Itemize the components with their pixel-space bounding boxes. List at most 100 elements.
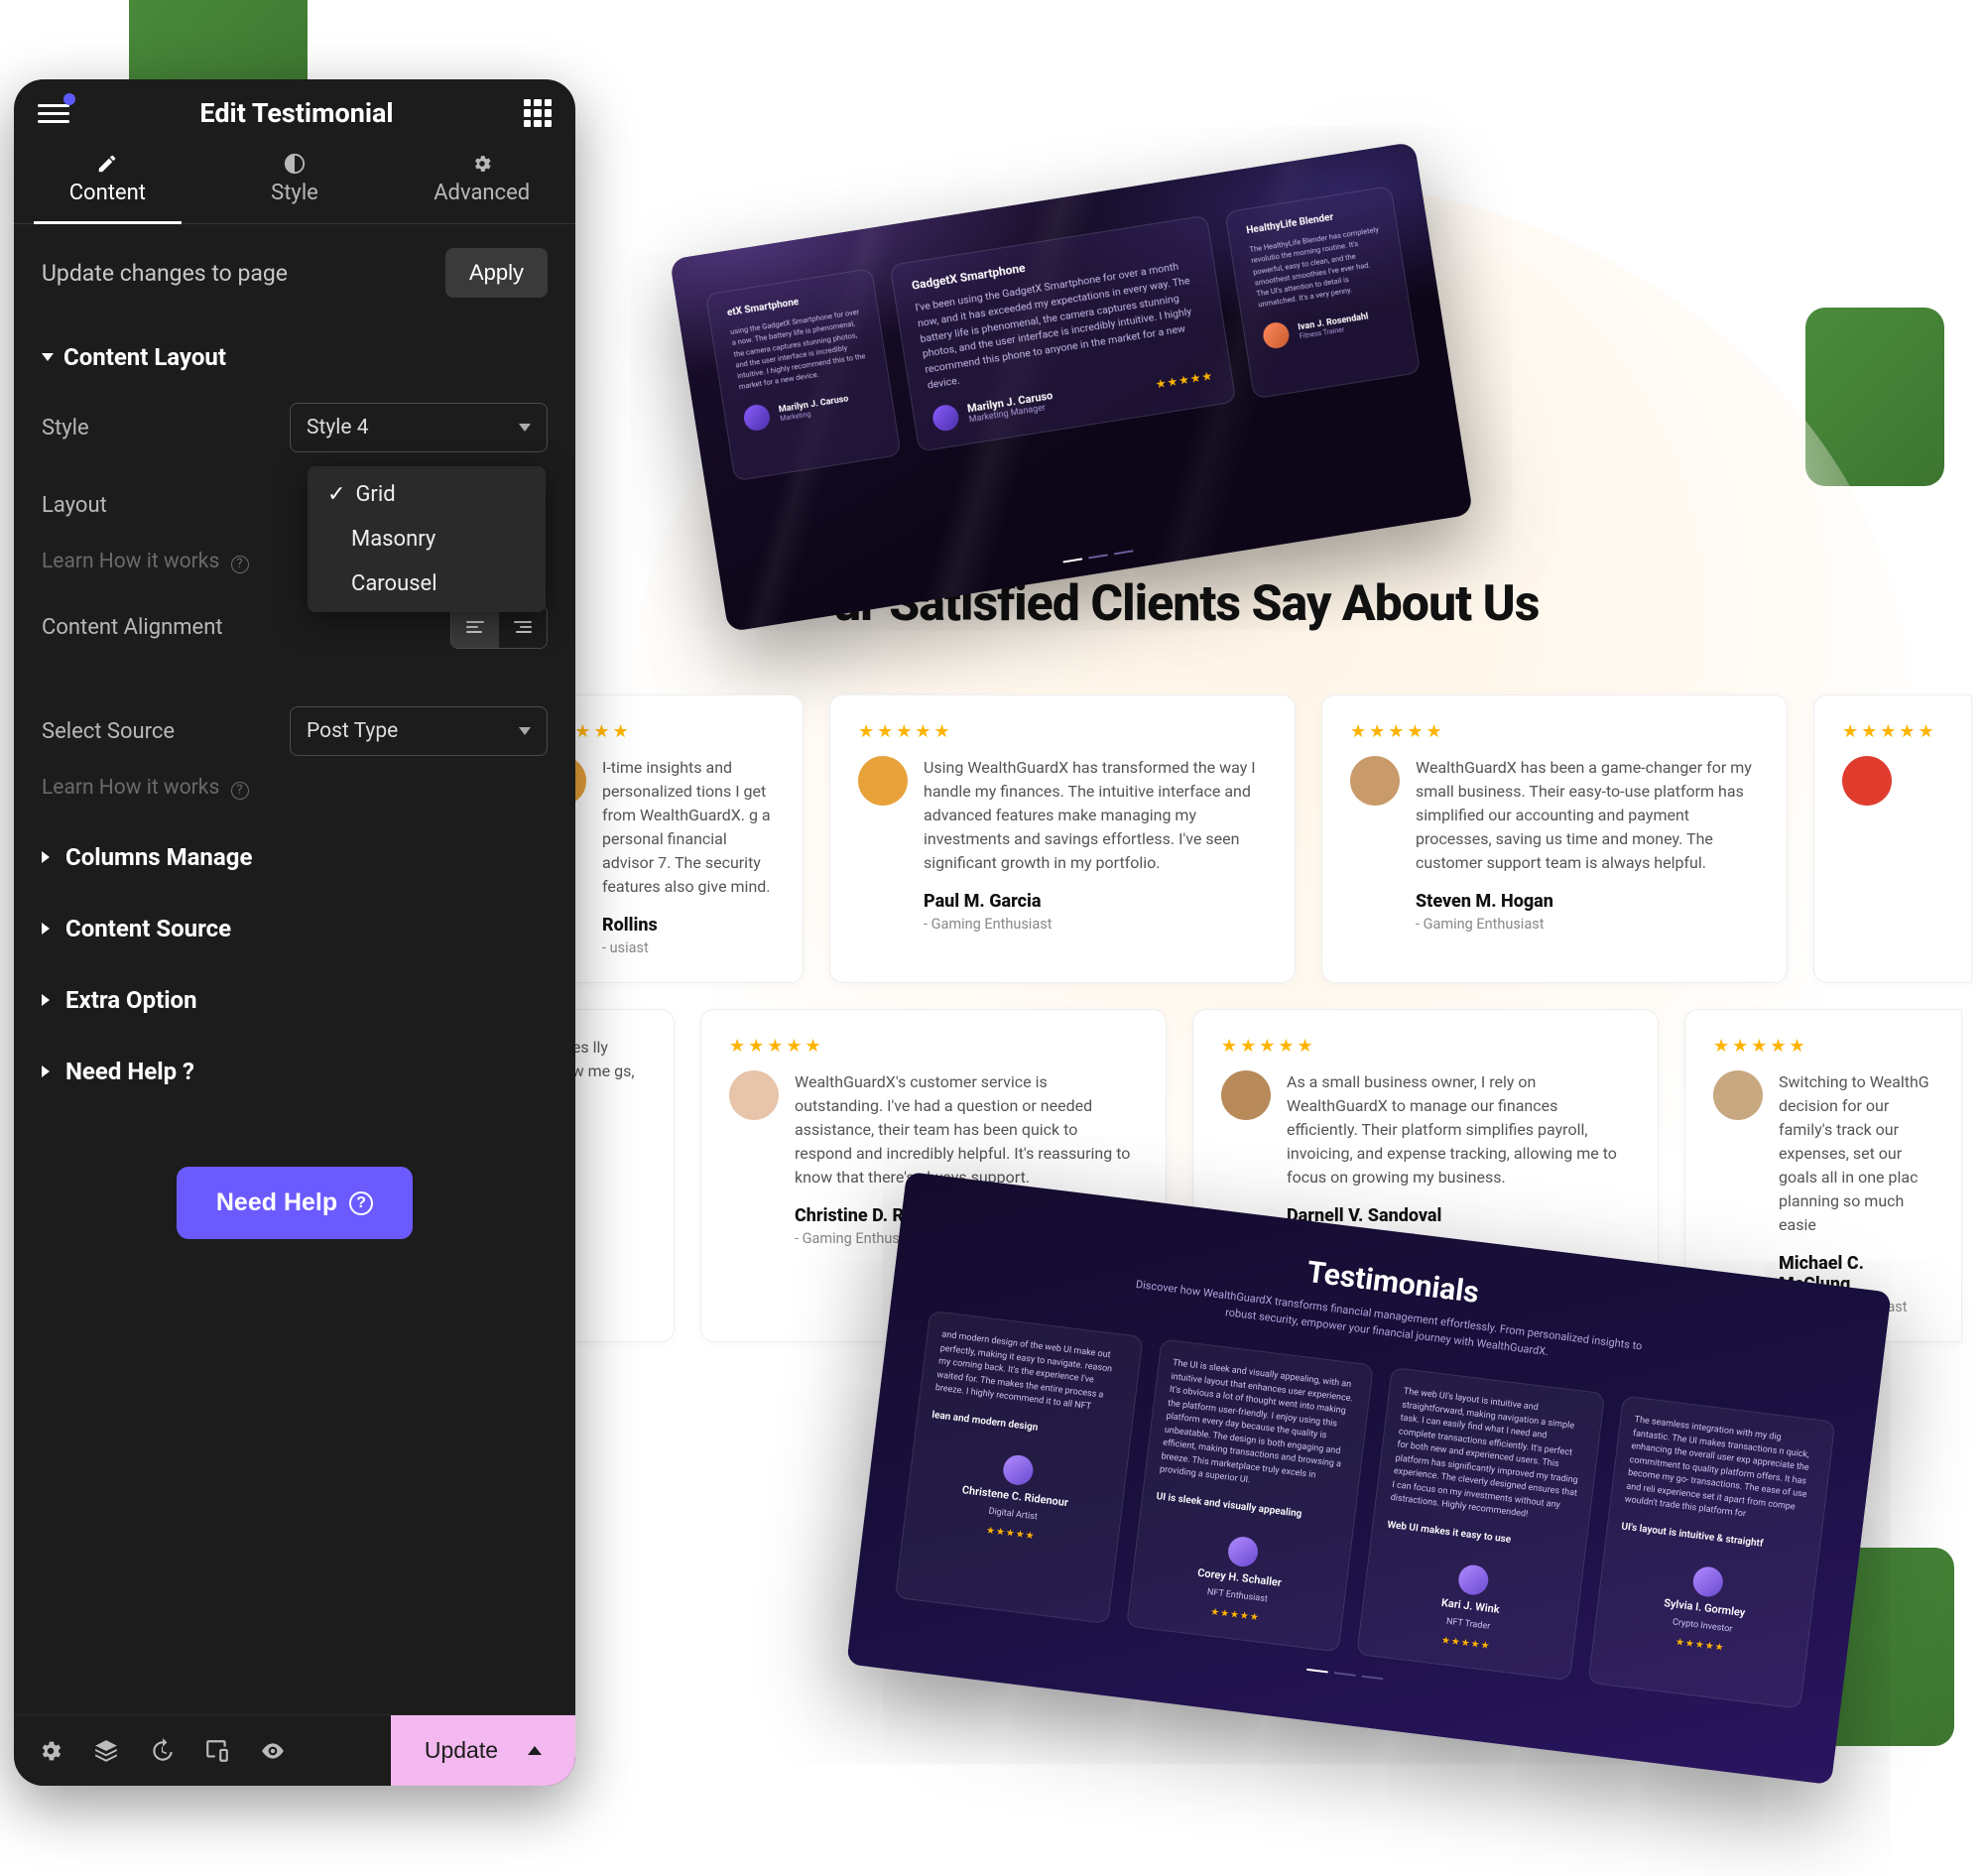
star-rating: ★★★★★ <box>1155 368 1214 391</box>
card-footer: Marilyn J. Caruso Marketing <box>742 386 875 432</box>
layout-option-carousel[interactable]: Carousel <box>308 562 546 606</box>
layout-option-grid[interactable]: ✓ Grid <box>308 472 546 517</box>
dropdown-value: Post Type <box>307 719 398 743</box>
menu-icon[interactable] <box>38 97 69 129</box>
author-name: Christene C. Ridenour <box>961 1482 1069 1512</box>
star-rating: ★★★★★ <box>1674 1634 1725 1655</box>
contrast-icon <box>284 153 306 175</box>
testimonial-card: ★★★★★I-time insights and personalized ti… <box>536 694 804 983</box>
tab-label: Content <box>69 181 146 205</box>
star-rating: ★★★★★ <box>1842 721 1943 742</box>
star-rating: ★★★★★ <box>985 1523 1036 1544</box>
section-header[interactable]: Content Source <box>42 897 548 960</box>
section-header[interactable]: Need Help ? <box>42 1040 548 1103</box>
responsive-icon[interactable] <box>204 1738 230 1764</box>
author-role: NFT Trader <box>1445 1616 1491 1635</box>
testimonial-card: ★★★★★ WealthGuardX has been a game-change… <box>1321 694 1788 983</box>
section-columns-manage: Columns Manage <box>14 821 575 893</box>
section-need-help: Need Help ? <box>14 1036 575 1107</box>
card-author: Kari J. WinkNFT Trader★★★★★ <box>1373 1554 1567 1662</box>
testimonial-text: WealthGuardX has been a game-changer for… <box>1416 756 1759 875</box>
tab-style[interactable]: Style <box>201 139 389 223</box>
author-name: Steven M. Hogan <box>1416 891 1759 912</box>
align-left-option[interactable] <box>451 606 499 648</box>
testimonial-text: As a small business owner, I rely on Wea… <box>1287 1070 1630 1189</box>
section-header[interactable]: Columns Manage <box>42 825 548 889</box>
tab-label: Advanced <box>434 181 530 205</box>
testimonial-text: Using WealthGuardX has transformed the w… <box>924 756 1267 875</box>
field-select-source: Select Source Post Type <box>42 692 548 770</box>
author-name: Darnell V. Sandoval <box>1287 1205 1630 1226</box>
layers-icon[interactable] <box>93 1738 119 1764</box>
card-text: and modern design of the web UI make out… <box>934 1328 1126 1418</box>
bottom-testimonial-card: The web UI's layout is intuitive and str… <box>1356 1367 1604 1681</box>
caret-down-icon <box>42 353 54 361</box>
source-dropdown[interactable]: Post Type <box>290 706 548 756</box>
help-icon: ? <box>231 782 249 800</box>
card-text: The UI is sleek and visually appealing, … <box>1159 1357 1357 1499</box>
bottom-testimonial-card: The UI is sleek and visually appealing, … <box>1126 1338 1374 1652</box>
avatar <box>930 403 960 433</box>
field-layout: Layout x ✓ Grid Masonry Carousel <box>42 466 548 544</box>
chevron-down-icon <box>519 727 531 735</box>
apply-button[interactable]: Apply <box>445 248 548 298</box>
author-name: Paul M. Garcia <box>924 891 1267 912</box>
check-icon: ✓ <box>327 482 345 507</box>
section-header[interactable]: Extra Option <box>42 968 548 1032</box>
author-role: - usiast <box>602 939 775 956</box>
avatar <box>1713 1070 1763 1120</box>
avatar <box>1457 1563 1490 1595</box>
testimonial-text: WealthGuardX's customer service is outst… <box>795 1070 1138 1189</box>
star-rating: ★★★★★ <box>858 721 1267 742</box>
update-button[interactable]: Update <box>391 1715 575 1786</box>
section-title: Extra Option <box>65 986 197 1014</box>
grid-row: ★★★★★I-time insights and personalized ti… <box>536 694 1984 983</box>
section-header[interactable]: Content Layout <box>42 325 548 389</box>
pencil-icon <box>96 153 118 175</box>
card-author: Christene C. RidenourDigital Artist★★★★★ <box>918 1443 1112 1552</box>
editor-title: Edit Testimonial <box>199 97 393 129</box>
star-rating: ★★★★★ <box>1440 1633 1491 1654</box>
eye-icon[interactable] <box>260 1738 286 1764</box>
style-dropdown[interactable]: Style 4 <box>290 403 548 452</box>
apps-grid-icon[interactable] <box>524 99 552 127</box>
caret-right-icon <box>42 1065 56 1077</box>
align-right-option[interactable] <box>499 606 547 648</box>
editor-panel: Edit Testimonial Content Style Advanced … <box>14 79 575 1786</box>
section-content-source: Content Source <box>14 893 575 964</box>
avatar <box>1261 320 1291 350</box>
need-help-button[interactable]: Need Help ? <box>177 1167 413 1239</box>
slider-card-left: etX Smartphone using the GadgetX Smartph… <box>705 268 902 481</box>
section-title: Columns Manage <box>65 843 252 871</box>
author-role: - Gaming Enthusiast <box>1416 916 1759 933</box>
field-label: Content Alignment <box>42 615 223 640</box>
tab-advanced[interactable]: Advanced <box>388 139 575 223</box>
update-label: Update <box>425 1737 498 1764</box>
avatar <box>1691 1564 1724 1597</box>
caret-right-icon <box>42 851 56 863</box>
settings-icon[interactable] <box>38 1738 63 1764</box>
avatar <box>1350 756 1400 806</box>
layout-option-masonry[interactable]: Masonry <box>308 517 546 562</box>
author-name: Rollins <box>602 915 775 936</box>
star-rating: ★★★★★ <box>1221 1036 1630 1057</box>
avatar <box>1226 1535 1259 1567</box>
history-icon[interactable] <box>149 1738 175 1764</box>
need-help-label: Need Help <box>216 1188 337 1217</box>
section-extra-option: Extra Option <box>14 964 575 1036</box>
learn-link-text: Learn How it works <box>42 550 219 573</box>
tab-content[interactable]: Content <box>14 139 201 223</box>
field-label: Style <box>42 416 89 440</box>
slider-pagination[interactable] <box>1062 550 1133 563</box>
learn-link-text: Learn How it works <box>42 776 219 800</box>
help-icon: ? <box>349 1191 373 1215</box>
section-content-layout: Content Layout Style Style 4 Layout x ✓ … <box>14 321 575 821</box>
card-text: The web UI's layout is intuitive and str… <box>1390 1386 1588 1528</box>
card-footer: Ivan J. Rosendahl Fitness Trainer <box>1261 304 1394 349</box>
star-rating: ★★★★★ <box>1350 721 1759 742</box>
footer-icons <box>14 1718 391 1784</box>
dropdown-value: Style 4 <box>307 416 369 439</box>
card-body: using the GadgetX Smartphone for over a … <box>729 307 869 393</box>
learn-link[interactable]: Learn How it works ? <box>42 770 548 817</box>
card-text: The seamless integration with my dig fan… <box>1624 1414 1819 1530</box>
